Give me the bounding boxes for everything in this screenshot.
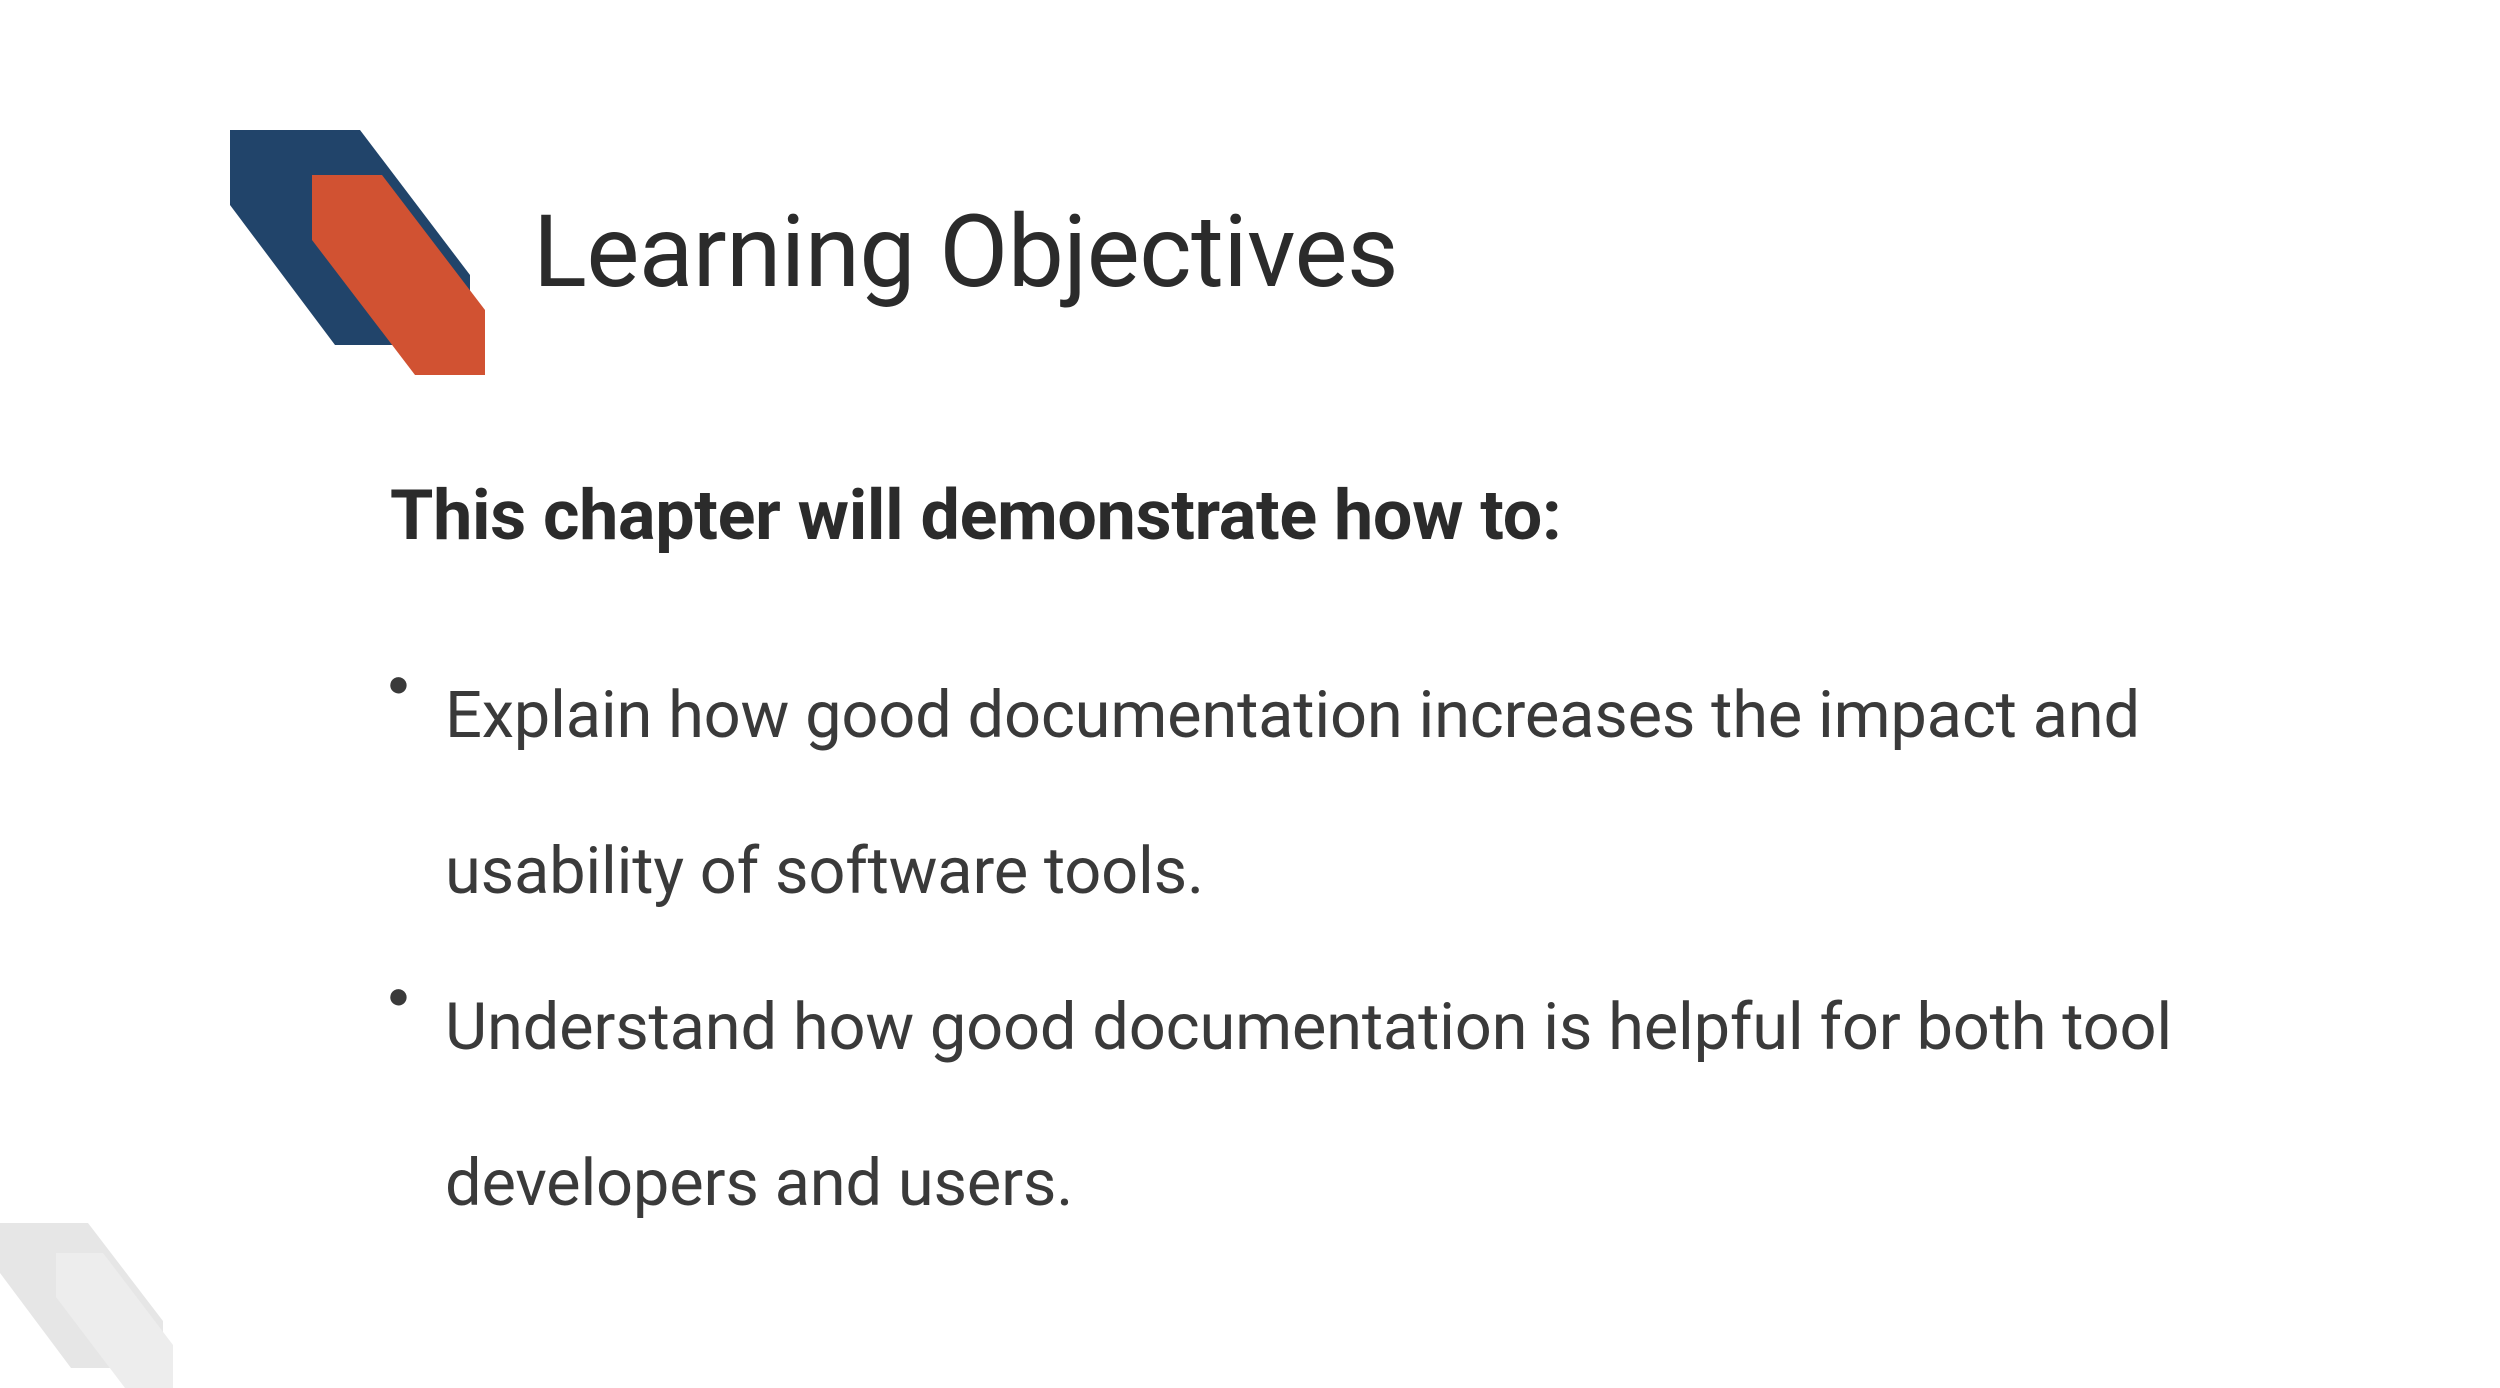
slide: Learning Objectives This chapter will de… <box>0 0 2500 1388</box>
slide-subtitle: This chapter will demonstrate how to: <box>390 475 2190 557</box>
header-row: Learning Objectives <box>230 130 2270 375</box>
bullet-item: Explain how good documentation increases… <box>445 637 2190 949</box>
logo-parallelogram-icon <box>230 130 485 375</box>
content-area: This chapter will demonstrate how to: Ex… <box>230 475 2270 1261</box>
bullet-item: Understand how good documentation is hel… <box>445 949 2190 1261</box>
corner-parallelogram-icon <box>0 1223 175 1388</box>
bullet-list: Explain how good documentation increases… <box>390 637 2190 1261</box>
slide-title: Learning Objectives <box>533 194 1398 311</box>
